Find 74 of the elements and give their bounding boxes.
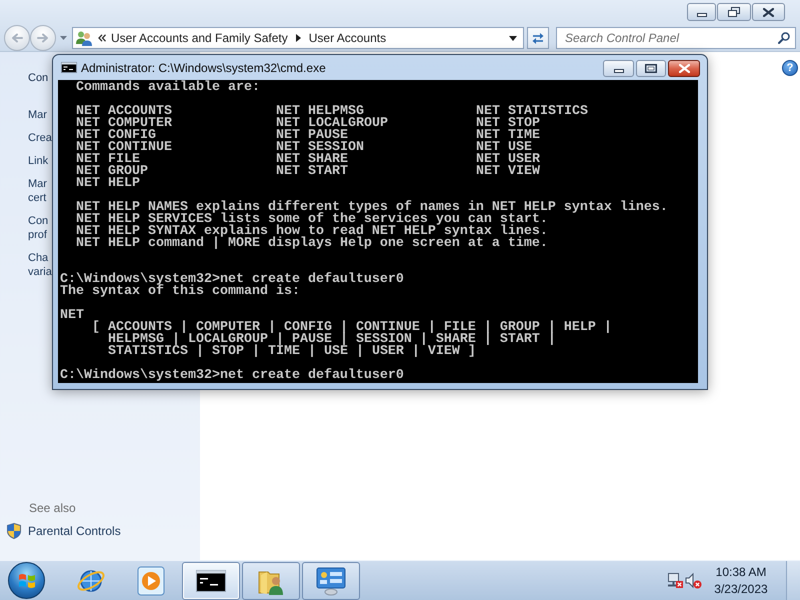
play-icon xyxy=(137,566,165,596)
search-field[interactable]: Search Control Panel xyxy=(565,29,778,47)
terminal-icon[interactable] xyxy=(61,62,77,73)
task-link[interactable]: Con prof xyxy=(28,214,48,242)
restore-button[interactable] xyxy=(717,3,751,21)
command-name: NET VIEW xyxy=(476,166,540,178)
start-button[interactable] xyxy=(8,562,45,599)
close-button[interactable] xyxy=(752,3,785,21)
command-name: NET SESSION xyxy=(276,142,364,154)
section-heading: See also xyxy=(29,500,76,516)
search-box[interactable]: Search Control Panel xyxy=(556,27,796,49)
refresh-icon xyxy=(531,31,545,45)
close-icon xyxy=(763,8,774,16)
speaker-muted-icon[interactable] xyxy=(685,572,702,589)
dropdown-caret-icon[interactable] xyxy=(509,36,517,40)
command-name: NET GROUP xyxy=(76,166,148,178)
command-name: NET LOCALGROUP xyxy=(276,118,388,130)
command-name: NET CONTINUE xyxy=(76,142,172,154)
syntax-command: NET xyxy=(60,310,84,322)
task-link[interactable]: Link xyxy=(28,154,48,168)
arrow-right-icon xyxy=(37,33,49,43)
shield-icon xyxy=(7,523,21,539)
minimize-button[interactable] xyxy=(687,3,716,21)
minimize-button[interactable] xyxy=(603,60,634,77)
command-name: NET FILE xyxy=(76,154,140,166)
refresh-button[interactable] xyxy=(527,27,549,49)
taskbar-button[interactable] xyxy=(182,562,240,600)
command-name: NET ACCOUNTS xyxy=(76,106,172,118)
terminal-icon xyxy=(196,570,226,592)
command-name: NET CONFIG xyxy=(76,130,156,142)
users-icon xyxy=(76,30,92,46)
breadcrumb[interactable]: User Accounts and Family Safety xyxy=(111,29,288,47)
clock-date[interactable]: 3/23/2023 xyxy=(714,580,768,598)
caret-icon[interactable] xyxy=(60,36,67,40)
console-text: NET HELP command | MORE displays Help one screen at a time. xyxy=(76,238,548,250)
command-name: NET PAUSE xyxy=(276,130,348,142)
command-name: NET HELP xyxy=(76,178,140,190)
task-link[interactable]: Crea xyxy=(28,131,52,145)
clock-time[interactable]: 10:38 AM xyxy=(716,564,766,580)
command-name: NET USE xyxy=(476,142,532,154)
console-text: The syntax of this command is: xyxy=(60,286,300,298)
search-icon[interactable] xyxy=(778,32,790,44)
task-link[interactable]: Mar xyxy=(28,108,47,122)
double-chevron-icon[interactable] xyxy=(98,34,106,42)
command-name: NET USER xyxy=(476,154,540,166)
command-name: NET SHARE xyxy=(276,154,348,166)
task-link[interactable]: Cha varia xyxy=(28,251,52,279)
maximize-button[interactable] xyxy=(636,60,666,77)
command-name: NET STATISTICS xyxy=(476,106,588,118)
command-name: NET HELPMSG xyxy=(276,106,364,118)
minimize-icon xyxy=(614,69,624,73)
minimize-icon xyxy=(696,12,706,16)
command-name: NET TIME xyxy=(476,130,540,142)
network-icon[interactable] xyxy=(666,572,683,589)
parental-controls-link[interactable]: Parental Controls xyxy=(7,523,121,539)
dashboard-icon xyxy=(316,566,346,596)
flag-icon xyxy=(18,572,36,590)
home-link[interactable]: Con xyxy=(28,71,48,85)
command-prompt-line: C:\Windows\system32>net create defaultuser0 xyxy=(60,370,404,382)
window-title: Administrator: C:\Windows\system32\cmd.exe xyxy=(81,60,326,76)
console-heading: Commands available are: xyxy=(76,82,260,94)
breadcrumb-arrow-icon[interactable] xyxy=(296,34,301,42)
maximize-icon xyxy=(645,64,657,73)
arrow-left-icon xyxy=(11,33,23,43)
task-link[interactable]: Mar cert xyxy=(28,177,47,205)
command-name: NET START xyxy=(276,166,348,178)
breadcrumb[interactable]: User Accounts xyxy=(308,29,386,47)
command-name: NET COMPUTER xyxy=(76,118,172,130)
syntax-options: STATISTICS | STOP | TIME | USE | USER | VIEW ] xyxy=(108,346,476,358)
close-icon xyxy=(678,64,690,73)
close-button[interactable] xyxy=(668,60,700,77)
command-name: NET STOP xyxy=(476,118,540,130)
address-bar[interactable]: User Accounts and Family Safety User Accounts xyxy=(72,27,524,49)
restore-icon xyxy=(728,7,740,17)
